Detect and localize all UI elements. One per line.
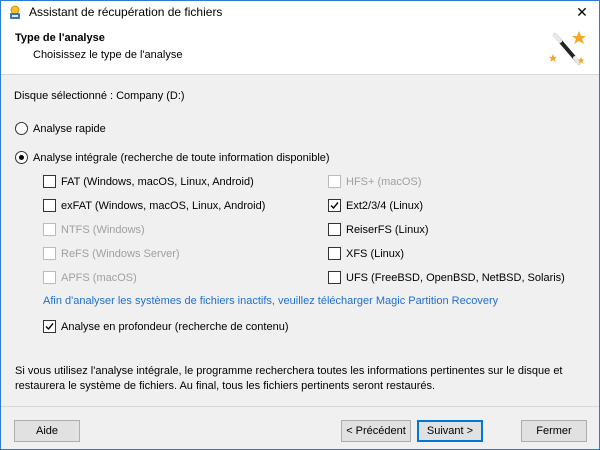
window-title: Assistant de récupération de fichiers [29,5,223,19]
fs-refs-checkbox [43,247,56,260]
title-bar: Assistant de récupération de fichiers ✕ [1,1,599,23]
fs-ext-option[interactable]: Ext2/3/4 (Linux) [328,199,423,212]
quick-scan-label: Analyse rapide [33,122,106,135]
deep-scan-label: Analyse en profondeur (recherche de cont… [61,320,289,333]
wizard-content: Disque sélectionné : Company (D:) Analys… [1,76,599,406]
help-button[interactable]: Aide [14,420,80,442]
fs-ufs-option[interactable]: UFS (FreeBSD, OpenBSD, NetBSD, Solaris) [328,271,565,284]
wizard-window: Assistant de récupération de fichiers ✕ … [0,0,600,450]
fs-xfs-label: XFS (Linux) [346,247,405,260]
footer-divider [1,406,599,407]
fs-ntfs-label: NTFS (Windows) [61,223,145,236]
page-title: Type de l'analyse [15,32,105,44]
checkmark-icon [45,323,54,331]
fs-apfs-option: APFS (macOS) [43,271,137,284]
fs-exfat-option[interactable]: exFAT (Windows, macOS, Linux, Android) [43,199,265,212]
full-scan-radio[interactable] [15,151,28,164]
fs-fat-checkbox[interactable] [43,175,56,188]
fs-fat-label: FAT (Windows, macOS, Linux, Android) [61,175,254,188]
close-button[interactable]: Fermer [521,420,587,442]
magic-partition-recovery-link[interactable]: Afin d'analyser les systèmes de fichiers… [43,295,498,307]
wizard-header: Type de l'analyse Choisissez le type de … [1,23,599,75]
checkmark-icon [330,202,339,210]
fs-ext-checkbox[interactable] [328,199,341,212]
fs-hfsplus-checkbox [328,175,341,188]
fs-exfat-label: exFAT (Windows, macOS, Linux, Android) [61,199,266,212]
fs-ufs-checkbox[interactable] [328,271,341,284]
fs-ntfs-checkbox [43,223,56,236]
fs-apfs-label: APFS (macOS) [61,271,137,284]
fs-fat-option[interactable]: FAT (Windows, macOS, Linux, Android) [43,175,254,188]
selected-disk-label: Disque sélectionné : Company (D:) [14,90,185,102]
fs-apfs-checkbox [43,271,56,284]
fs-reiserfs-checkbox[interactable] [328,223,341,236]
fs-reiserfs-label: ReiserFS (Linux) [346,223,429,236]
scan-info-text: Si vous utilisez l'analyse intégrale, le… [15,365,563,392]
magic-wand-icon [549,31,586,65]
page-subtitle: Choisissez le type de l'analyse [33,49,183,61]
fs-hfsplus-option: HFS+ (macOS) [328,175,421,188]
recovery-app-icon [10,5,20,19]
deep-scan-option[interactable]: Analyse en profondeur (recherche de cont… [43,320,288,333]
next-button[interactable]: Suivant > [417,420,483,442]
fs-hfsplus-label: HFS+ (macOS) [346,175,422,188]
fs-ext-label: Ext2/3/4 (Linux) [346,199,424,212]
fs-xfs-option[interactable]: XFS (Linux) [328,247,404,260]
previous-button[interactable]: < Précédent [341,420,411,442]
fs-xfs-checkbox[interactable] [328,247,341,260]
fs-refs-label: ReFS (Windows Server) [61,247,180,260]
quick-scan-radio[interactable] [15,122,28,135]
window-close-button[interactable]: ✕ [565,1,599,23]
fs-reiserfs-option[interactable]: ReiserFS (Linux) [328,223,429,236]
fs-exfat-checkbox[interactable] [43,199,56,212]
fs-ntfs-option: NTFS (Windows) [43,223,145,236]
fs-ufs-label: UFS (FreeBSD, OpenBSD, NetBSD, Solaris) [346,271,565,284]
quick-scan-option[interactable]: Analyse rapide [15,122,106,135]
fs-refs-option: ReFS (Windows Server) [43,247,180,260]
full-scan-option[interactable]: Analyse intégrale (recherche de toute in… [15,151,330,164]
close-icon: ✕ [576,3,588,20]
full-scan-label: Analyse intégrale (recherche de toute in… [33,151,330,164]
deep-scan-checkbox[interactable] [43,320,56,333]
